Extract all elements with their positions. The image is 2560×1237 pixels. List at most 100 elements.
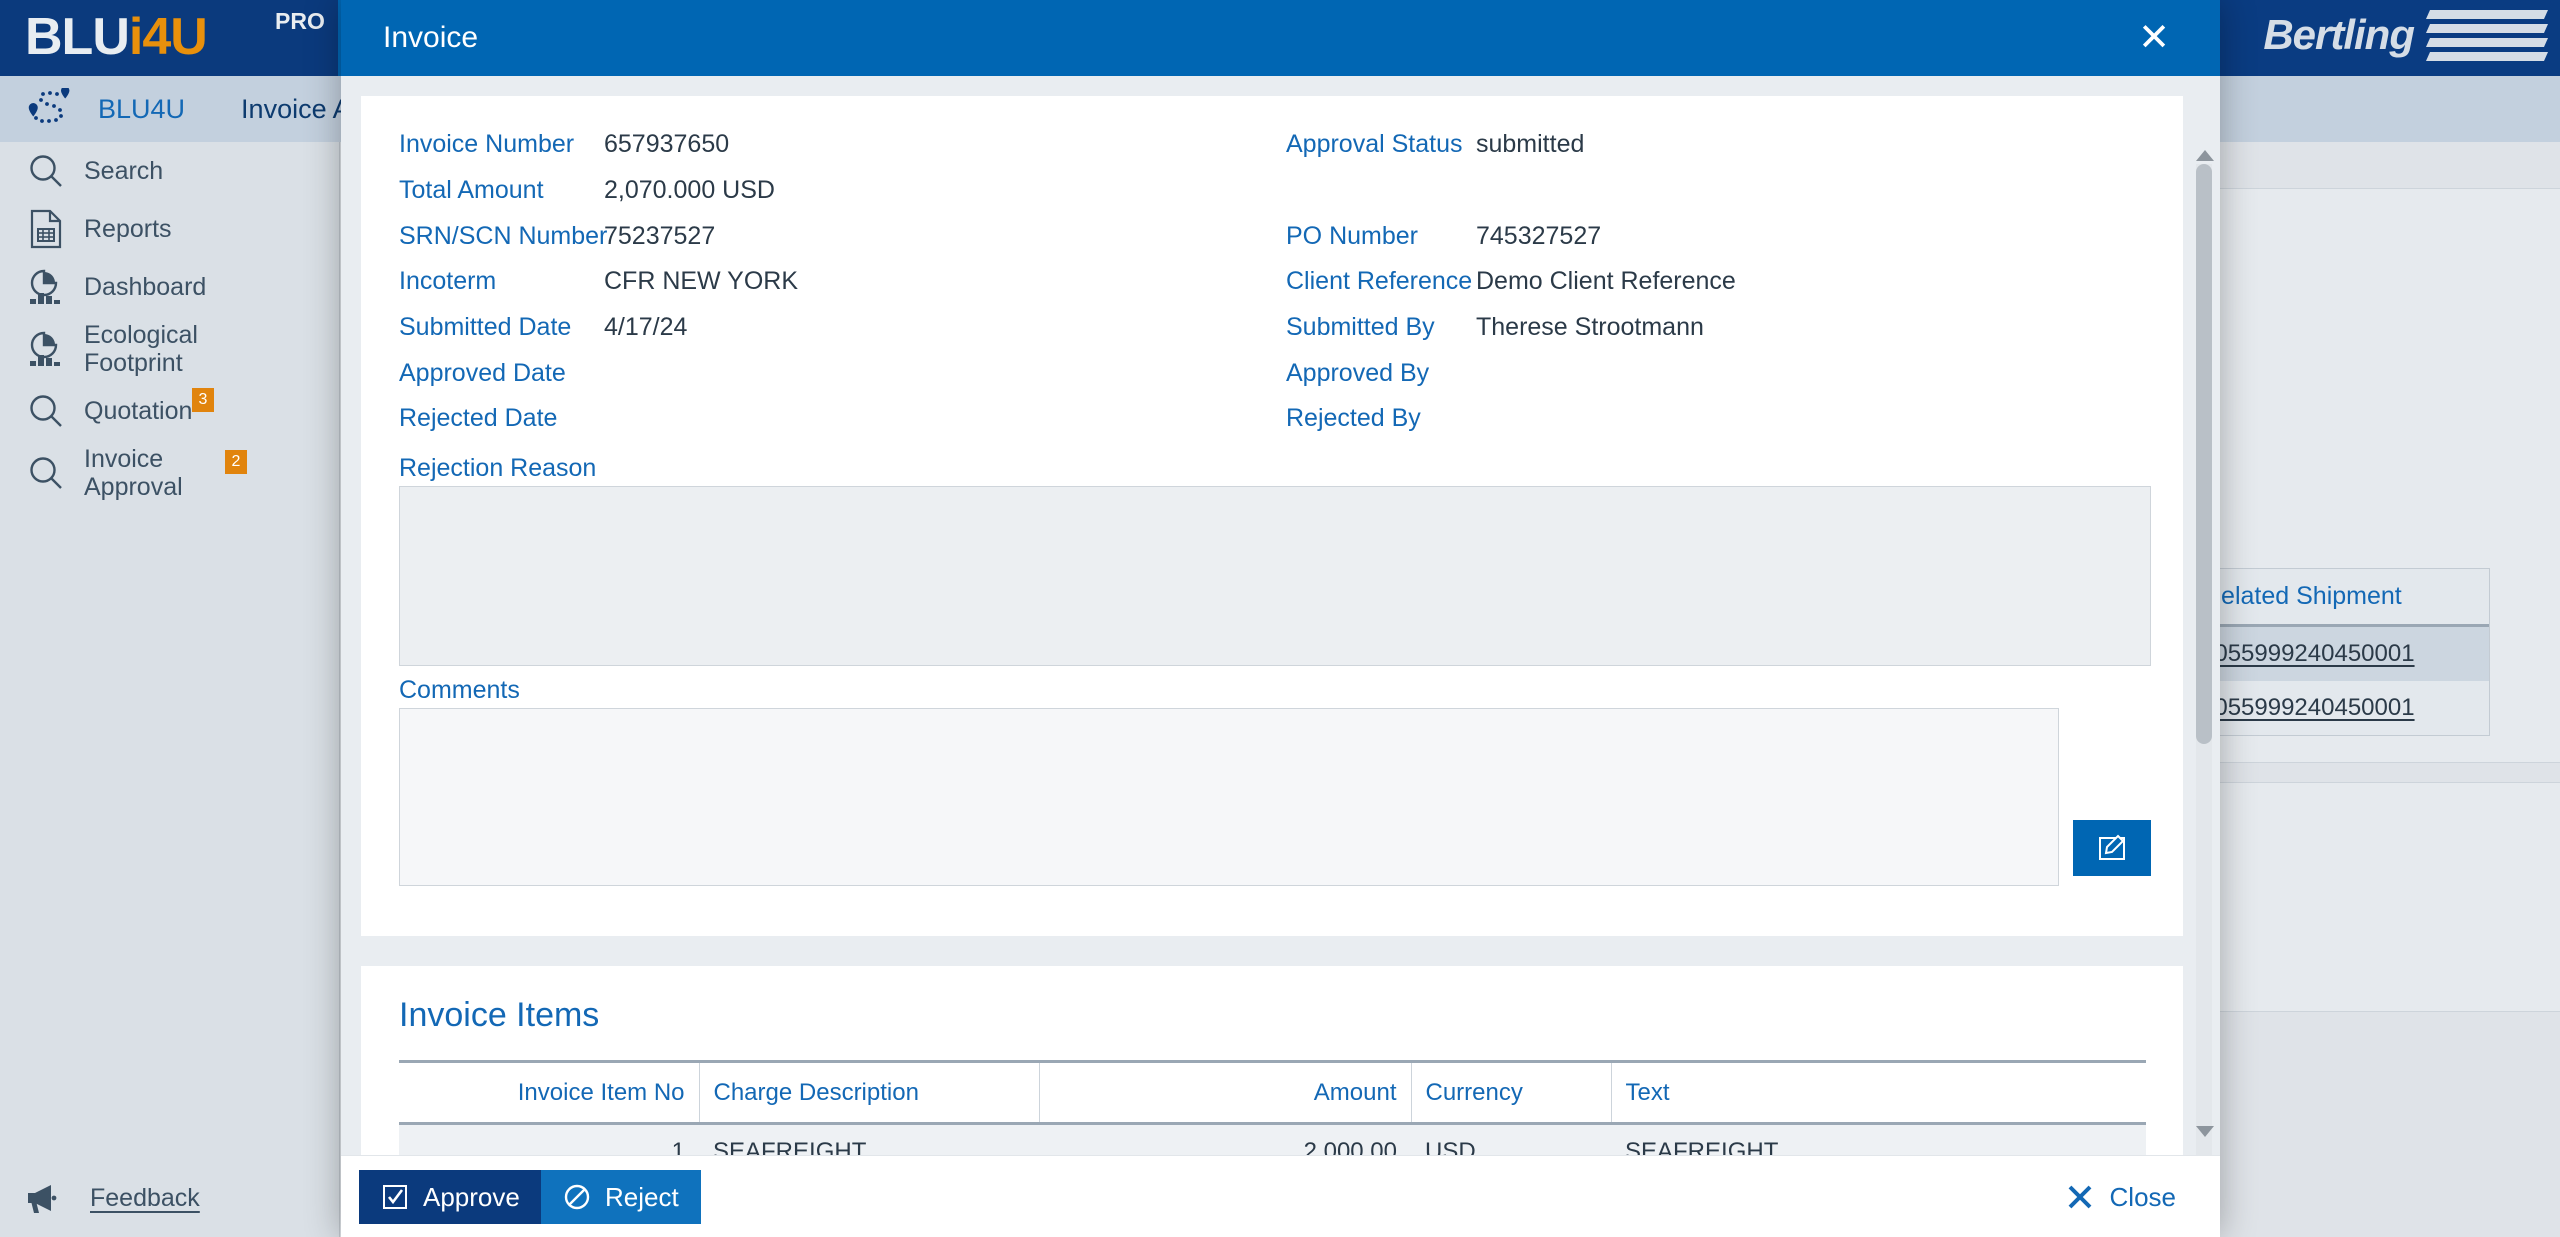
sidebar-item-label: Quotation (84, 397, 193, 425)
column-header-text[interactable]: Text (1610, 1061, 2146, 1124)
field-label: Client Reference (1286, 267, 1473, 295)
invoice-items-card: Invoice Items Invoice Item No Charge Des… (361, 966, 2183, 1155)
search-icon (22, 152, 70, 190)
table-row[interactable]: 6055999240450001 (2191, 627, 2489, 681)
logo-pro-badge: PRO (275, 8, 325, 34)
reject-label: Reject (605, 1181, 679, 1212)
bertling-wordmark: Bertling (2263, 11, 2415, 58)
sidebar-item-quotation[interactable]: Quotation 3 (0, 382, 339, 440)
sidebar-item-label: Search (84, 157, 164, 185)
field-value: 657937650 (604, 130, 730, 158)
blu4u-logo[interactable]: BLUi4U (25, 8, 208, 66)
checkbox-check-icon (381, 1183, 409, 1211)
column-header-invoice-item-no[interactable]: Invoice Item No (399, 1062, 699, 1124)
related-shipment-table: Related Shipment 6055999240450001 605599… (2190, 568, 2490, 736)
sidebar-item-dashboard[interactable]: Dashboard (0, 258, 339, 316)
search-icon (22, 454, 70, 492)
modal-footer: Approve Reject Close (341, 1155, 2220, 1237)
field-label: PO Number (1286, 222, 1418, 250)
field-po-number: PO Number 745327527 (1286, 222, 1601, 251)
app-root: BLUi4U PRO Bertling BLU4U Invoice Search… (0, 0, 2560, 1237)
sidebar-item-reports[interactable]: Reports (0, 200, 339, 258)
column-header-amount[interactable]: Amount (1038, 1061, 1411, 1124)
invoice-detail-card: Invoice Number 657937650 Total Amount 2,… (361, 96, 2183, 936)
field-approved-date: Approved Date (399, 359, 604, 388)
comments-label: Comments (399, 676, 520, 704)
field-label: Submitted By (1286, 313, 1435, 341)
feedback-link[interactable]: Feedback (22, 1181, 200, 1215)
field-value: Demo Client Reference (1476, 267, 1736, 295)
report-document-icon (22, 209, 70, 249)
field-rejected-date: Rejected Date (399, 404, 604, 433)
close-icon[interactable]: ✕ (2138, 19, 2170, 57)
rejection-reason-textarea[interactable] (399, 486, 2151, 666)
logo-text-blu: BLU (25, 8, 130, 66)
invoice-modal: Invoice ✕ Invoice Number 657937650 Total… (341, 0, 2220, 1237)
sidebar-item-invoice-approval[interactable]: Invoice Approval 2 (0, 440, 339, 506)
field-value: 745327527 (1476, 222, 1602, 250)
close-label: Close (2109, 1181, 2176, 1212)
cell-charge-description: SEAFREIGHT (699, 1123, 1039, 1155)
field-invoice-number: Invoice Number 657937650 (399, 130, 729, 159)
cell-invoice-item-no: 1 (399, 1123, 699, 1155)
sidebar: Search Reports Dashboard Ecological Foot… (0, 142, 340, 1237)
sidebar-item-search[interactable]: Search (0, 142, 339, 200)
field-label: Approved Date (399, 359, 566, 387)
search-icon (22, 392, 70, 430)
brand-name[interactable]: BLU4U (98, 94, 185, 125)
field-value: submitted (1476, 130, 1585, 158)
scroll-down-arrow-icon[interactable] (2196, 1126, 2214, 1137)
approve-button[interactable]: Approve (359, 1170, 542, 1224)
bertling-logo: Bertling (2263, 4, 2549, 66)
scroll-up-arrow-icon[interactable] (2196, 150, 2214, 161)
field-label: Rejected By (1286, 404, 1421, 432)
sidebar-item-label: Ecological Footprint (84, 321, 198, 377)
cell-amount: 2.000,00 (1039, 1123, 1411, 1155)
table-header-row: Invoice Item No Charge Description Amoun… (399, 1061, 2146, 1124)
feedback-label: Feedback (90, 1183, 200, 1212)
field-rejected-by: Rejected By (1286, 404, 1476, 433)
invoice-approval-count-badge: 2 (225, 450, 247, 474)
dashboard-chart-icon (22, 329, 70, 369)
field-srn-scn-number: SRN/SCN Number 75237527 (399, 222, 715, 251)
close-button[interactable]: Close (2066, 1170, 2176, 1224)
sidebar-item-label: Invoice Approval (84, 445, 183, 501)
field-client-reference: Client Reference Demo Client Reference (1286, 267, 1736, 296)
field-value: CFR NEW YORK (604, 267, 798, 295)
comments-edit-button[interactable] (2073, 820, 2151, 876)
column-header-currency[interactable]: Currency (1410, 1061, 1611, 1124)
field-label: Total Amount (399, 176, 544, 204)
table-row[interactable]: 1 SEAFREIGHT 2.000,00 USD SEAFREIGHT (399, 1123, 2146, 1155)
route-map-icon (26, 88, 80, 130)
modal-header: Invoice ✕ (341, 0, 2220, 76)
sidebar-item-label: Dashboard (84, 273, 207, 301)
field-approved-by: Approved By (1286, 359, 1476, 388)
quotation-count-badge: 3 (192, 388, 214, 412)
ban-circle-icon (563, 1183, 591, 1211)
field-value: 2,070.000 USD (604, 176, 775, 204)
cell-text: SEAFREIGHT (1611, 1123, 2146, 1155)
invoice-items-title: Invoice Items (399, 996, 600, 1034)
close-x-icon (2066, 1183, 2094, 1211)
sidebar-item-ecological-footprint[interactable]: Ecological Footprint (0, 316, 339, 382)
field-value: 75237527 (604, 222, 716, 250)
table-row[interactable]: 6055999240450001 (2191, 681, 2489, 735)
field-value: Therese Strootmann (1476, 313, 1704, 341)
field-label: SRN/SCN Number (399, 222, 608, 250)
field-value: 4/17/24 (604, 313, 688, 341)
modal-scrollbar-thumb[interactable] (2196, 164, 2212, 744)
logo-text-i4u: i4U (128, 8, 208, 66)
field-submitted-by: Submitted By Therese Strootmann (1286, 313, 1704, 342)
field-approval-status: Approval Status submitted (1286, 130, 1584, 159)
column-header-charge-description[interactable]: Charge Description (698, 1061, 1039, 1124)
megaphone-icon (22, 1181, 64, 1215)
field-submitted-date: Submitted Date 4/17/24 (399, 313, 687, 342)
related-shipment-header: Related Shipment (2191, 569, 2489, 627)
field-label: Submitted Date (399, 313, 572, 341)
field-label: Invoice Number (399, 130, 575, 158)
cell-currency: USD (1411, 1123, 1611, 1155)
reject-button[interactable]: Reject (541, 1170, 701, 1224)
comments-textarea[interactable] (399, 708, 2059, 886)
field-label: Rejected Date (399, 404, 558, 432)
field-total-amount: Total Amount 2,070.000 USD (399, 176, 775, 205)
